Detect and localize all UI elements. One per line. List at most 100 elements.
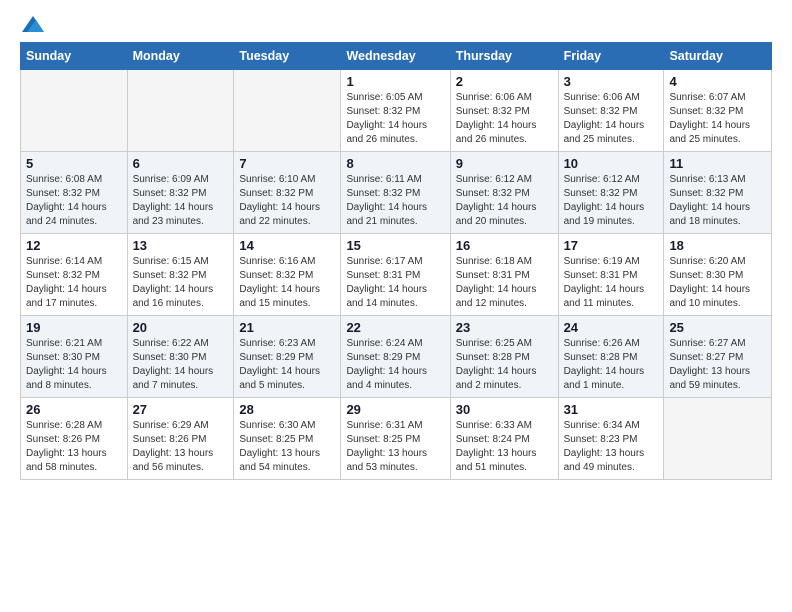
calendar-cell: 21 Sunrise: 6:23 AM Sunset: 8:29 PM Dayli…	[234, 316, 341, 398]
calendar-cell: 24 Sunrise: 6:26 AM Sunset: 8:28 PM Dayli…	[558, 316, 664, 398]
calendar-cell: 30 Sunrise: 6:33 AM Sunset: 8:24 PM Dayli…	[450, 398, 558, 480]
header	[20, 16, 772, 32]
day-number: 5	[26, 156, 122, 171]
day-info: Sunrise: 6:34 AM Sunset: 8:23 PM Dayligh…	[564, 419, 659, 475]
day-info: Sunrise: 6:16 AM Sunset: 8:32 PM Dayligh…	[239, 255, 335, 311]
day-number: 20	[133, 320, 229, 335]
day-info: Sunrise: 6:24 AM Sunset: 8:29 PM Dayligh…	[346, 337, 444, 393]
calendar-cell	[127, 70, 234, 152]
day-info: Sunrise: 6:06 AM Sunset: 8:32 PM Dayligh…	[456, 91, 553, 147]
day-number: 15	[346, 238, 444, 253]
day-number: 9	[456, 156, 553, 171]
calendar-cell: 11 Sunrise: 6:13 AM Sunset: 8:32 PM Dayli…	[664, 152, 772, 234]
day-info: Sunrise: 6:21 AM Sunset: 8:30 PM Dayligh…	[26, 337, 122, 393]
day-number: 6	[133, 156, 229, 171]
day-info: Sunrise: 6:14 AM Sunset: 8:32 PM Dayligh…	[26, 255, 122, 311]
calendar-cell: 5 Sunrise: 6:08 AM Sunset: 8:32 PM Daylig…	[21, 152, 128, 234]
day-number: 27	[133, 402, 229, 417]
day-info: Sunrise: 6:08 AM Sunset: 8:32 PM Dayligh…	[26, 173, 122, 229]
day-number: 31	[564, 402, 659, 417]
calendar-cell: 16 Sunrise: 6:18 AM Sunset: 8:31 PM Dayli…	[450, 234, 558, 316]
calendar-cell: 15 Sunrise: 6:17 AM Sunset: 8:31 PM Dayli…	[341, 234, 450, 316]
calendar-cell: 10Sunrise: 6:12 AM Sunset: 8:32 PM Dayli…	[558, 152, 664, 234]
calendar-cell: 8 Sunrise: 6:11 AM Sunset: 8:32 PM Daylig…	[341, 152, 450, 234]
calendar-cell: 20Sunrise: 6:22 AM Sunset: 8:30 PM Dayli…	[127, 316, 234, 398]
day-info: Sunrise: 6:17 AM Sunset: 8:31 PM Dayligh…	[346, 255, 444, 311]
day-number: 25	[669, 320, 766, 335]
logo-icon	[22, 16, 44, 32]
day-info: Sunrise: 6:13 AM Sunset: 8:32 PM Dayligh…	[669, 173, 766, 229]
calendar-cell: 2Sunrise: 6:06 AM Sunset: 8:32 PM Daylig…	[450, 70, 558, 152]
day-info: Sunrise: 6:31 AM Sunset: 8:25 PM Dayligh…	[346, 419, 444, 475]
calendar-cell: 6 Sunrise: 6:09 AM Sunset: 8:32 PM Daylig…	[127, 152, 234, 234]
day-number: 7	[239, 156, 335, 171]
day-info: Sunrise: 6:28 AM Sunset: 8:26 PM Dayligh…	[26, 419, 122, 475]
day-number: 18	[669, 238, 766, 253]
calendar-cell: 23 Sunrise: 6:25 AM Sunset: 8:28 PM Dayli…	[450, 316, 558, 398]
calendar-cell: 25Sunrise: 6:27 AM Sunset: 8:27 PM Dayli…	[664, 316, 772, 398]
calendar-cell: 26 Sunrise: 6:28 AM Sunset: 8:26 PM Dayli…	[21, 398, 128, 480]
day-number: 14	[239, 238, 335, 253]
day-info: Sunrise: 6:20 AM Sunset: 8:30 PM Dayligh…	[669, 255, 766, 311]
day-number: 29	[346, 402, 444, 417]
day-number: 16	[456, 238, 553, 253]
day-info: Sunrise: 6:12 AM Sunset: 8:32 PM Dayligh…	[564, 173, 659, 229]
day-number: 3	[564, 74, 659, 89]
calendar-cell: 4 Sunrise: 6:07 AM Sunset: 8:32 PM Daylig…	[664, 70, 772, 152]
day-info: Sunrise: 6:06 AM Sunset: 8:32 PM Dayligh…	[564, 91, 659, 147]
day-number: 28	[239, 402, 335, 417]
day-header-wednesday: Wednesday	[341, 43, 450, 70]
day-number: 22	[346, 320, 444, 335]
day-number: 17	[564, 238, 659, 253]
day-info: Sunrise: 6:30 AM Sunset: 8:25 PM Dayligh…	[239, 419, 335, 475]
calendar-cell: 9 Sunrise: 6:12 AM Sunset: 8:32 PM Daylig…	[450, 152, 558, 234]
calendar-cell	[234, 70, 341, 152]
day-info: Sunrise: 6:19 AM Sunset: 8:31 PM Dayligh…	[564, 255, 659, 311]
day-header-sunday: Sunday	[21, 43, 128, 70]
day-header-saturday: Saturday	[664, 43, 772, 70]
calendar-cell: 19 Sunrise: 6:21 AM Sunset: 8:30 PM Dayli…	[21, 316, 128, 398]
calendar-cell: 12 Sunrise: 6:14 AM Sunset: 8:32 PM Dayli…	[21, 234, 128, 316]
calendar-cell	[21, 70, 128, 152]
calendar-cell: 28 Sunrise: 6:30 AM Sunset: 8:25 PM Dayli…	[234, 398, 341, 480]
day-number: 12	[26, 238, 122, 253]
day-header-monday: Monday	[127, 43, 234, 70]
day-info: Sunrise: 6:26 AM Sunset: 8:28 PM Dayligh…	[564, 337, 659, 393]
logo	[20, 16, 44, 32]
day-number: 19	[26, 320, 122, 335]
calendar-cell: 7 Sunrise: 6:10 AM Sunset: 8:32 PM Daylig…	[234, 152, 341, 234]
day-info: Sunrise: 6:10 AM Sunset: 8:32 PM Dayligh…	[239, 173, 335, 229]
day-info: Sunrise: 6:23 AM Sunset: 8:29 PM Dayligh…	[239, 337, 335, 393]
day-number: 21	[239, 320, 335, 335]
calendar-cell: 17 Sunrise: 6:19 AM Sunset: 8:31 PM Dayli…	[558, 234, 664, 316]
calendar-cell: 13Sunrise: 6:15 AM Sunset: 8:32 PM Dayli…	[127, 234, 234, 316]
logo-area	[20, 16, 44, 32]
calendar-cell: 14 Sunrise: 6:16 AM Sunset: 8:32 PM Dayli…	[234, 234, 341, 316]
calendar-cell: 18 Sunrise: 6:20 AM Sunset: 8:30 PM Dayli…	[664, 234, 772, 316]
day-number: 4	[669, 74, 766, 89]
calendar-cell: 3 Sunrise: 6:06 AM Sunset: 8:32 PM Daylig…	[558, 70, 664, 152]
day-number: 23	[456, 320, 553, 335]
day-info: Sunrise: 6:25 AM Sunset: 8:28 PM Dayligh…	[456, 337, 553, 393]
day-info: Sunrise: 6:33 AM Sunset: 8:24 PM Dayligh…	[456, 419, 553, 475]
day-number: 30	[456, 402, 553, 417]
day-number: 1	[346, 74, 444, 89]
calendar-cell: 31 Sunrise: 6:34 AM Sunset: 8:23 PM Dayli…	[558, 398, 664, 480]
day-number: 8	[346, 156, 444, 171]
calendar-cell: 22 Sunrise: 6:24 AM Sunset: 8:29 PM Dayli…	[341, 316, 450, 398]
day-number: 13	[133, 238, 229, 253]
calendar-cell: 1Sunrise: 6:05 AM Sunset: 8:32 PM Daylig…	[341, 70, 450, 152]
day-info: Sunrise: 6:11 AM Sunset: 8:32 PM Dayligh…	[346, 173, 444, 229]
day-info: Sunrise: 6:07 AM Sunset: 8:32 PM Dayligh…	[669, 91, 766, 147]
day-number: 26	[26, 402, 122, 417]
day-info: Sunrise: 6:09 AM Sunset: 8:32 PM Dayligh…	[133, 173, 229, 229]
day-number: 24	[564, 320, 659, 335]
day-header-friday: Friday	[558, 43, 664, 70]
day-info: Sunrise: 6:18 AM Sunset: 8:31 PM Dayligh…	[456, 255, 553, 311]
calendar-cell	[664, 398, 772, 480]
day-info: Sunrise: 6:12 AM Sunset: 8:32 PM Dayligh…	[456, 173, 553, 229]
calendar-cell: 27Sunrise: 6:29 AM Sunset: 8:26 PM Dayli…	[127, 398, 234, 480]
day-number: 11	[669, 156, 766, 171]
calendar-table: SundayMondayTuesdayWednesdayThursdayFrid…	[20, 42, 772, 480]
page: SundayMondayTuesdayWednesdayThursdayFrid…	[0, 0, 792, 612]
